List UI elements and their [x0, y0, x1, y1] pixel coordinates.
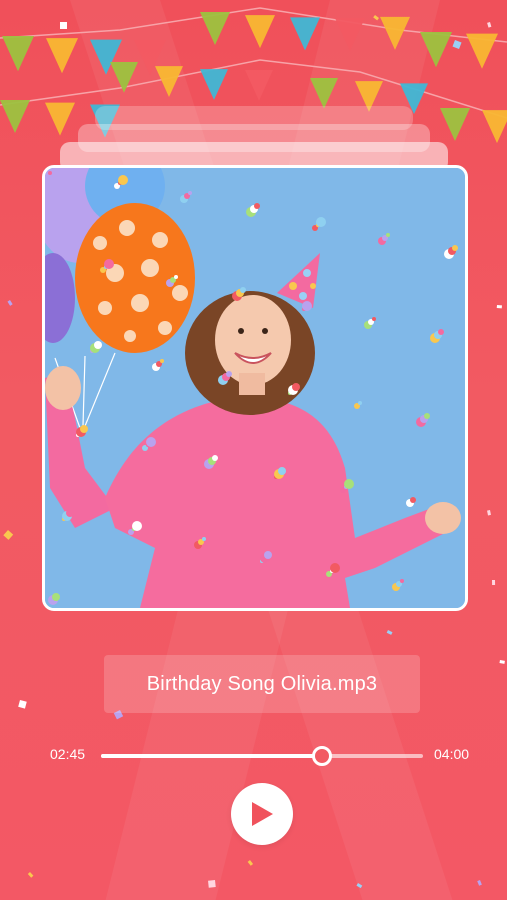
confetti-dot: [386, 233, 390, 237]
confetti-dot: [240, 287, 246, 293]
birthday-photo: [42, 165, 468, 611]
confetti-piece: [499, 659, 505, 664]
confetti-piece: [18, 700, 27, 709]
total-time: 04:00: [434, 746, 470, 762]
confetti-dot: [254, 203, 260, 209]
confetti-piece: [477, 880, 482, 886]
confetti-dot: [344, 479, 354, 489]
confetti-dot: [316, 217, 326, 227]
current-time: 02:45: [50, 746, 86, 762]
progress-slider[interactable]: [101, 746, 423, 766]
confetti-piece: [492, 580, 496, 586]
confetti-dot: [174, 275, 178, 279]
song-file-name: Birthday Song Olivia.mp3: [146, 672, 378, 695]
confetti-dot: [438, 329, 444, 335]
confetti-dot: [358, 401, 362, 405]
confetti-dot: [146, 437, 156, 447]
confetti-dot: [330, 563, 340, 573]
confetti-piece: [487, 509, 491, 516]
confetti-dot: [410, 497, 416, 503]
confetti-dot: [104, 259, 114, 269]
confetti-dot: [302, 301, 312, 311]
confetti-dot: [118, 175, 128, 185]
confetti-dot: [278, 467, 286, 475]
confetti-piece: [7, 300, 13, 306]
confetti-piece: [386, 630, 393, 635]
confetti-dot: [80, 425, 88, 433]
play-button[interactable]: [231, 783, 293, 845]
confetti-dot: [94, 341, 102, 349]
confetti-dot: [66, 509, 74, 517]
confetti-dot: [264, 551, 272, 559]
confetti-dot: [160, 359, 164, 363]
confetti-dot: [48, 171, 52, 175]
confetti-dot: [452, 245, 458, 251]
play-icon: [252, 802, 273, 826]
confetti-dot: [424, 413, 430, 419]
confetti-dot: [226, 371, 232, 377]
confetti-dot: [132, 521, 142, 531]
confetti-dot: [212, 455, 218, 461]
confetti-piece: [247, 859, 254, 866]
confetti-dot: [188, 191, 192, 195]
confetti-piece: [3, 530, 14, 540]
confetti-dot: [202, 537, 206, 541]
confetti-dot: [292, 383, 300, 391]
confetti-dot: [372, 317, 376, 321]
progress-fill: [101, 754, 323, 758]
confetti-piece: [27, 871, 34, 878]
song-title-box: Birthday Song Olivia.mp3: [104, 655, 420, 713]
confetti-piece: [496, 305, 502, 309]
confetti-dot: [400, 579, 404, 583]
confetti-dot: [52, 593, 60, 601]
